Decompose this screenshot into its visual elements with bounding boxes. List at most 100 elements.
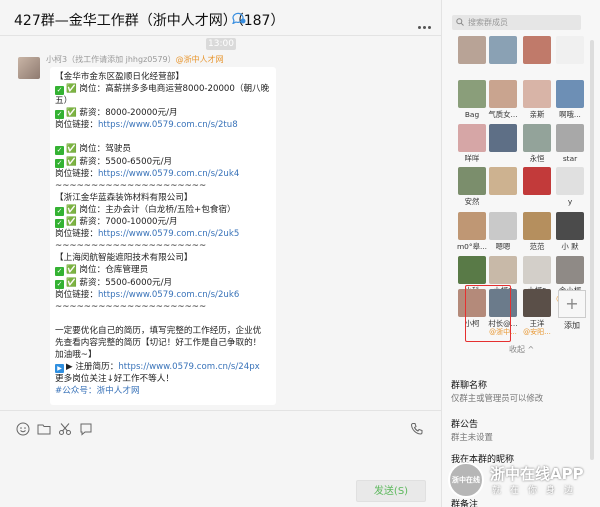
member-item[interactable] bbox=[486, 36, 520, 66]
member-name: 亲斯 bbox=[529, 110, 545, 119]
group-name-title: 群聊名称 bbox=[451, 381, 488, 391]
message-line: ✓ ✅ 岗位：主办会计（白龙桥/五险+包食宿） bbox=[55, 204, 236, 216]
sender-name: 小柯3（找工作请添加 jhhgz0579）@浙中人才网 bbox=[46, 54, 224, 65]
member-avatar bbox=[523, 36, 551, 64]
check-icon: ✓ bbox=[55, 146, 64, 156]
member-item[interactable] bbox=[520, 167, 554, 197]
member-item[interactable]: 咩咩 bbox=[455, 124, 489, 163]
member-avatar bbox=[523, 80, 551, 108]
message-line: ✓ ✅ 薪资：8000-20000元/月 bbox=[55, 108, 178, 120]
member-name: 小 默 bbox=[561, 242, 579, 251]
member-name: 安然 bbox=[464, 197, 480, 206]
scissors-icon[interactable] bbox=[58, 422, 72, 436]
message-line: 岗位链接：https://www.0579.com.cn/s/2uk6 bbox=[55, 289, 240, 300]
add-member-button[interactable]: + bbox=[558, 290, 586, 318]
member-avatar bbox=[556, 124, 584, 152]
message-line: 岗位链接：https://www.0579.com.cn/s/2uk5 bbox=[55, 229, 240, 240]
message-line: ✓ ✅ 岗位：驾驶员 bbox=[55, 144, 131, 156]
watermark-logo: 浙中在线 bbox=[448, 462, 484, 498]
message-line: ~~~~~~~~~~~~~~~~~~~~~ bbox=[55, 241, 207, 252]
highlight-box bbox=[465, 285, 511, 342]
member-item[interactable]: 嗯嗯 bbox=[486, 212, 520, 251]
member-item[interactable]: 小 默 bbox=[553, 212, 587, 251]
member-item[interactable]: 气质女... bbox=[486, 80, 520, 119]
member-item[interactable]: Bag bbox=[455, 80, 489, 119]
member-item[interactable]: 啊哦... bbox=[553, 80, 587, 119]
message-line: ~~~~~~~~~~~~~~~~~~~~~ bbox=[55, 180, 207, 191]
chat-titlebar: 427群—金华工作群（浙中人才网）（187） bbox=[0, 0, 441, 36]
member-item[interactable]: 永恒 bbox=[520, 124, 554, 163]
add-member-label: 添加 bbox=[564, 321, 580, 330]
member-avatar bbox=[458, 36, 486, 64]
message-line: #公众号：浙中人才网 bbox=[55, 386, 140, 397]
sidebar-scrollbar[interactable] bbox=[590, 40, 594, 460]
message-line: 先查看内容完整的简历【切记！好工作是自己争取的！ bbox=[55, 337, 262, 348]
chat-panel: 427群—金华工作群（浙中人才网）（187） 13:00 小柯3（找工作请添加 … bbox=[0, 0, 441, 507]
input-area[interactable]: 发送(S) bbox=[0, 410, 441, 507]
sender-nickname: 小柯3（找工作请添加 jhhgz0579） bbox=[46, 55, 176, 64]
message-timestamp: 13:00 bbox=[206, 38, 236, 50]
message-link[interactable]: https://www.0579.com.cn/s/2uk6 bbox=[98, 290, 239, 300]
member-avatar bbox=[556, 36, 584, 64]
member-tag: @安阳... bbox=[523, 328, 551, 336]
message-link[interactable]: https://www.0579.com.cn/s/2uk4 bbox=[98, 169, 239, 179]
message-bubble[interactable]: 【金华市金东区盈顺日化经营部】 ✓ ✅ 岗位：高薪拼多多电商运营8000-20000… bbox=[50, 67, 276, 405]
member-search-input[interactable]: 搜索群成员 bbox=[452, 15, 581, 30]
member-avatar bbox=[489, 80, 517, 108]
collapse-members-button[interactable]: 收起 ^ bbox=[509, 344, 534, 355]
watermark: 浙中在线 浙中在线APP 就在你身边 bbox=[446, 460, 596, 505]
member-item[interactable]: 范范 bbox=[520, 212, 554, 251]
message-line: 【金华市金东区盈顺日化经营部】 bbox=[55, 72, 184, 82]
member-avatar bbox=[458, 167, 486, 195]
group-name-value[interactable]: 仅群主或管理员可以修改 bbox=[451, 392, 543, 404]
check-icon: ✓ bbox=[55, 158, 64, 168]
check-icon: ✓ bbox=[55, 110, 64, 120]
message-link[interactable]: https://www.0579.com.cn/s/2uk5 bbox=[98, 229, 239, 239]
member-item[interactable] bbox=[455, 36, 489, 66]
member-name: 王洋 bbox=[529, 319, 545, 328]
member-item[interactable]: 王洋 @安阳... bbox=[520, 289, 554, 337]
more-options-icon[interactable] bbox=[418, 14, 436, 29]
message-link[interactable]: https://www.0579.com.cn/s/24px bbox=[118, 362, 259, 372]
member-name: Bag bbox=[464, 110, 480, 119]
member-item[interactable]: 安然 bbox=[455, 167, 489, 206]
message-line: ✓ ✅ 薪资：7000-10000元/月 bbox=[55, 217, 178, 229]
emoji-icon[interactable] bbox=[16, 422, 30, 436]
message-link[interactable]: https://www.0579.com.cn/s/2tu8 bbox=[98, 120, 238, 130]
member-avatar bbox=[556, 167, 584, 195]
member-item[interactable] bbox=[520, 36, 554, 66]
watermark-title: 浙中在线APP bbox=[490, 465, 584, 483]
message-line: 五） bbox=[55, 96, 73, 107]
announcement-title: 群公告 bbox=[451, 420, 479, 430]
member-avatar bbox=[489, 212, 517, 240]
voice-call-icon[interactable] bbox=[410, 422, 424, 436]
message-line: ✓ ✅ 岗位：仓库管理员 bbox=[55, 265, 149, 277]
member-name: star bbox=[562, 154, 578, 163]
member-item[interactable] bbox=[486, 124, 520, 154]
chat-history-icon[interactable] bbox=[79, 422, 93, 436]
group-chat-icon[interactable] bbox=[232, 12, 246, 24]
member-item[interactable]: m0°皋... bbox=[455, 212, 489, 251]
member-avatar bbox=[523, 167, 551, 195]
member-avatar bbox=[458, 256, 486, 284]
member-name: 嗯嗯 bbox=[495, 242, 511, 251]
member-name: 气质女... bbox=[488, 110, 518, 119]
message-line: ✓ ✅ 岗位：高薪拼多多电商运营8000-20000（朝八晚 bbox=[55, 84, 270, 96]
member-avatar bbox=[556, 212, 584, 240]
member-avatar bbox=[489, 167, 517, 195]
message-line: 更多岗位关注↓好工作不等人！ bbox=[55, 374, 174, 385]
member-item[interactable]: 亲斯 bbox=[520, 80, 554, 119]
send-button[interactable]: 发送(S) bbox=[356, 480, 426, 502]
search-icon bbox=[456, 18, 464, 26]
folder-icon[interactable] bbox=[37, 422, 51, 436]
member-item[interactable] bbox=[486, 167, 520, 197]
member-item[interactable]: y bbox=[553, 167, 587, 206]
check-icon: ✓ bbox=[55, 279, 64, 289]
member-name: 永恒 bbox=[529, 154, 545, 163]
member-item[interactable]: star bbox=[553, 124, 587, 163]
member-item[interactable] bbox=[553, 36, 587, 66]
message-line: ✓ ✅ 薪资：5500-6500元/月 bbox=[55, 156, 173, 168]
announcement-value[interactable]: 群主未设置 bbox=[451, 431, 493, 443]
message-line bbox=[55, 131, 271, 143]
sender-avatar[interactable] bbox=[18, 57, 40, 79]
